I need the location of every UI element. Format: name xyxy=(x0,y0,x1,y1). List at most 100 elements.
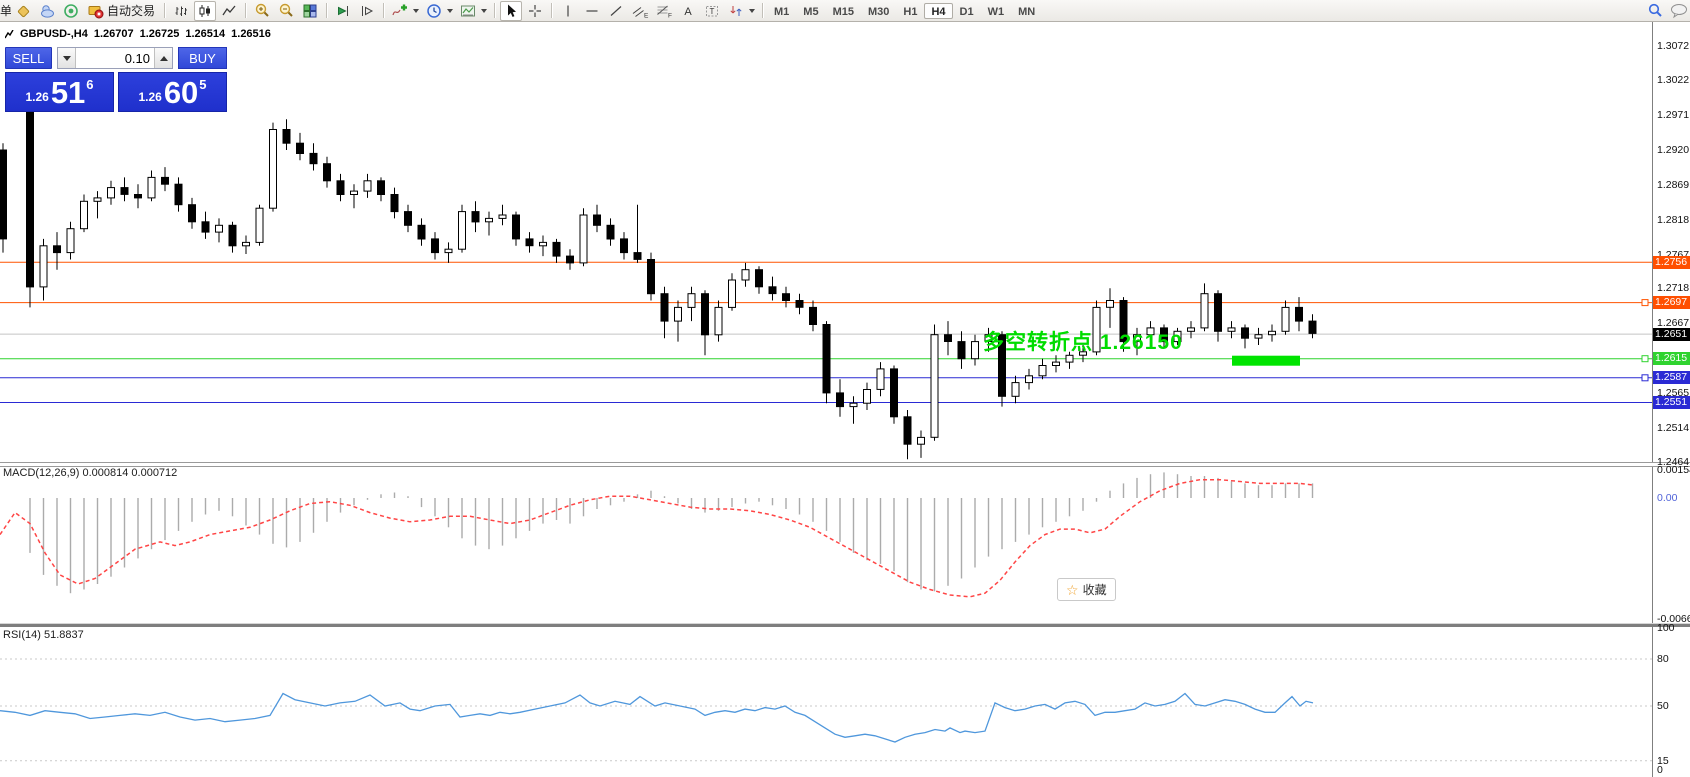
timeframe-mn-button[interactable]: MN xyxy=(1011,3,1042,19)
lot-decrease-button[interactable] xyxy=(58,48,76,68)
axis-tick-label: 1.2971 xyxy=(1657,109,1689,121)
sell-price-box[interactable]: 1.26 51 6 xyxy=(5,72,114,112)
timeframe-h1-button[interactable]: H1 xyxy=(896,3,924,19)
chart-symbol-label: GBPUSD-,H4 xyxy=(20,28,88,40)
price-tag: 1.2587 xyxy=(1653,371,1690,384)
candlestick-chart-icon[interactable] xyxy=(194,1,216,21)
indicator-dropdown-arrow[interactable] xyxy=(413,9,419,13)
new-order-button[interactable]: 单 xyxy=(0,2,11,19)
templates-dropdown-arrow[interactable] xyxy=(481,9,487,13)
autotrade-icon xyxy=(88,3,104,19)
axis-tick-label: 100 xyxy=(1657,622,1675,634)
timeframe-m1-button[interactable]: M1 xyxy=(767,3,796,19)
quote-close: 1.26516 xyxy=(231,28,271,40)
profiles-icon[interactable] xyxy=(36,1,58,21)
timeframe-m15-button[interactable]: M15 xyxy=(826,3,861,19)
star-icon: ☆ xyxy=(1066,583,1079,597)
sell-price-main: 51 xyxy=(51,78,85,108)
price-chart[interactable] xyxy=(0,22,1652,463)
trendline-tool-icon[interactable] xyxy=(605,1,627,21)
macd-chart[interactable] xyxy=(0,465,1652,623)
caret-up-icon xyxy=(160,56,168,61)
toolbar-separator xyxy=(164,3,165,18)
svg-text:F: F xyxy=(668,12,672,19)
rsi-panel-separator[interactable] xyxy=(0,623,1690,627)
rsi-chart[interactable] xyxy=(0,626,1652,777)
favorite-button[interactable]: ☆ 收藏 xyxy=(1057,578,1116,601)
svg-text:A: A xyxy=(684,6,692,18)
price-tag: 1.2651 xyxy=(1653,328,1690,341)
bar-chart-icon[interactable] xyxy=(170,1,192,21)
community-chat-icon[interactable] xyxy=(1668,1,1690,21)
price-axis: 1.30721.30221.29711.29201.28691.28181.27… xyxy=(1653,0,1690,777)
lot-size-input[interactable] xyxy=(76,48,154,68)
macd-panel-separator[interactable] xyxy=(0,462,1690,467)
axis-tick-label: 1.2869 xyxy=(1657,179,1689,191)
buy-price-prefix: 1.26 xyxy=(138,90,161,104)
price-tag: 1.2756 xyxy=(1653,256,1690,269)
chart-shift-icon[interactable] xyxy=(356,1,378,21)
caret-down-icon xyxy=(63,56,71,61)
tile-windows-icon[interactable] xyxy=(299,1,321,21)
axis-tick-label: 0.00 xyxy=(1657,492,1677,504)
new-order-label: 单 xyxy=(0,4,11,18)
equidistant-channel-tool-icon[interactable]: E xyxy=(629,1,651,21)
autotrade-button[interactable]: 自动交易 xyxy=(84,1,159,21)
buy-price-box[interactable]: 1.26 60 5 xyxy=(118,72,227,112)
timeframe-m30-button[interactable]: M30 xyxy=(861,3,896,19)
arrows-dropdown-arrow[interactable] xyxy=(749,9,755,13)
timeframe-h4-button[interactable]: H4 xyxy=(924,3,952,19)
axis-tick-label: 50 xyxy=(1657,700,1669,712)
new-chart-icon[interactable] xyxy=(12,1,34,21)
svg-text:T: T xyxy=(710,7,715,16)
horizontal-line-tool-icon[interactable] xyxy=(581,1,603,21)
periods-icon[interactable] xyxy=(423,1,445,21)
timeframe-toolbar: M1 M5 M15 M30 H1 H4 D1 W1 MN xyxy=(767,3,1042,19)
auto-scroll-icon[interactable] xyxy=(332,1,354,21)
quote-high: 1.26725 xyxy=(140,28,180,40)
axis-tick-label: 80 xyxy=(1657,653,1669,665)
axis-tick-label: 1.2514 xyxy=(1657,422,1689,434)
toolbar-separator xyxy=(762,3,763,18)
axis-tick-label: 1.2718 xyxy=(1657,282,1689,294)
quote-low: 1.26514 xyxy=(185,28,225,40)
lot-increase-button[interactable] xyxy=(154,48,172,68)
price-tag: 1.2697 xyxy=(1653,296,1690,309)
vertical-line-tool-icon[interactable] xyxy=(557,1,579,21)
toolbar-separator xyxy=(383,3,384,18)
axis-tick-label: 1.2818 xyxy=(1657,214,1689,226)
timeframe-m5-button[interactable]: M5 xyxy=(796,3,825,19)
periods-dropdown-arrow[interactable] xyxy=(447,9,453,13)
main-toolbar: 单 自动交易 E F A T xyxy=(0,0,1690,22)
sell-price-prefix: 1.26 xyxy=(25,90,48,104)
toolbar-separator xyxy=(245,3,246,18)
text-label-tool-icon[interactable]: T xyxy=(701,1,723,21)
price-tag: 1.2551 xyxy=(1653,396,1690,409)
axis-tick-label: 1.3022 xyxy=(1657,74,1689,86)
quote-open: 1.26707 xyxy=(94,28,134,40)
cursor-icon[interactable] xyxy=(500,1,522,21)
signals-icon[interactable] xyxy=(60,1,82,21)
axis-tick-label: 1.3072 xyxy=(1657,40,1689,52)
one-click-trading-panel: SELL BUY 1.26 51 6 1.26 60 5 xyxy=(5,47,228,112)
search-icon[interactable] xyxy=(1644,1,1666,21)
text-tool-icon[interactable]: A xyxy=(677,1,699,21)
zoom-in-icon[interactable] xyxy=(251,1,273,21)
timeframe-d1-button[interactable]: D1 xyxy=(953,3,981,19)
timeframe-w1-button[interactable]: W1 xyxy=(981,3,1012,19)
zoom-out-icon[interactable] xyxy=(275,1,297,21)
sell-button[interactable]: SELL xyxy=(5,47,52,69)
chart-symbol-icon xyxy=(5,30,14,39)
templates-icon[interactable] xyxy=(457,1,479,21)
price-tag: 1.2615 xyxy=(1653,352,1690,365)
toolbar-separator xyxy=(326,3,327,18)
add-indicator-icon[interactable] xyxy=(389,1,411,21)
line-chart-icon[interactable] xyxy=(218,1,240,21)
mt4-window: 单 自动交易 E F A T xyxy=(0,0,1690,777)
fibonacci-tool-icon[interactable]: F xyxy=(653,1,675,21)
crosshair-icon[interactable] xyxy=(524,1,546,21)
lot-size-stepper xyxy=(57,47,173,69)
buy-button[interactable]: BUY xyxy=(178,47,227,69)
axis-tick-label: 0.00154 xyxy=(1657,464,1690,476)
arrows-tool-icon[interactable] xyxy=(725,1,747,21)
